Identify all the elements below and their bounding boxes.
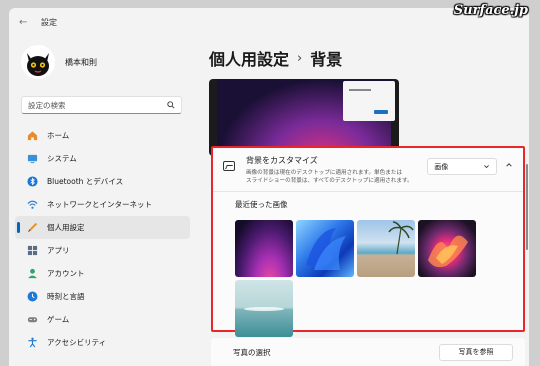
recent-images-label: 最近使った画像	[235, 200, 288, 209]
desktop-preview	[209, 79, 399, 156]
recent-image-thumbnail[interactable]	[357, 220, 415, 277]
sidebar-item-home[interactable]: ホーム	[15, 124, 190, 147]
breadcrumb-parent[interactable]: 個人用設定	[209, 46, 289, 70]
sidebar-item-accessibility[interactable]: アクセシビリティ	[15, 331, 190, 354]
back-arrow-icon[interactable]: ←	[19, 17, 33, 28]
search-box[interactable]: 設定の検索	[21, 96, 182, 114]
preview-window-button	[374, 110, 388, 114]
sidebar-item-gaming[interactable]: ゲーム	[15, 308, 190, 331]
lake-wallpaper-thumbnail	[244, 307, 284, 311]
settings-window: ← 設定 橋本和則 設定の検索 ホーム システム Bluetooth とデバイス…	[9, 8, 529, 366]
background-setting-description: 画像の背景は現在のデスクトップに適用されます。単色または スライドショーの背景は…	[246, 169, 417, 185]
sidebar-item-label: Bluetooth とデバイス	[47, 177, 124, 186]
sidebar-nav: ホーム システム Bluetooth とデバイス ネットワークとインターネット	[9, 124, 194, 354]
image-icon	[223, 161, 235, 171]
window-title: 設定	[41, 17, 57, 27]
sidebar-item-label: アカウント	[47, 269, 85, 278]
account-icon	[27, 268, 38, 279]
gaming-icon	[27, 314, 38, 325]
scrollbar[interactable]	[526, 164, 528, 250]
sidebar-item-apps[interactable]: アプリ	[15, 239, 190, 262]
sidebar-item-network[interactable]: ネットワークとインターネット	[15, 193, 190, 216]
recent-image-thumbnail[interactable]	[235, 220, 293, 277]
recent-image-thumbnail[interactable]	[418, 220, 476, 277]
sidebar-item-bluetooth[interactable]: Bluetooth とデバイス	[15, 170, 190, 193]
home-icon	[27, 130, 38, 141]
dropdown-value: 画像	[434, 162, 449, 171]
beach-wallpaper-thumbnail	[388, 221, 414, 255]
sidebar-item-label: ゲーム	[47, 315, 70, 324]
sidebar-item-label: 個人用設定	[47, 223, 85, 232]
breadcrumb: 個人用設定 › 背景	[209, 46, 342, 70]
personalize-background-card: 背景をカスタマイズ 画像の背景は現在のデスクトップに適用されます。単色または ス…	[211, 146, 525, 337]
sidebar-item-accounts[interactable]: アカウント	[15, 262, 190, 285]
sidebar: 橋本和則 設定の検索 ホーム システム Bluetooth とデバイス ネットワ…	[9, 36, 194, 366]
breadcrumb-separator: ›	[297, 50, 303, 66]
sidebar-item-time-language[interactable]: 時刻と言語	[15, 285, 190, 308]
search-placeholder[interactable]: 設定の検索	[28, 100, 66, 111]
main-content: 個人用設定 › 背景 背景をカスタマイズ 画像の背景は現在のデスクトップに適用さ…	[199, 36, 529, 366]
system-icon	[27, 153, 38, 164]
sidebar-item-label: アクセシビリティ	[47, 338, 107, 347]
background-type-dropdown[interactable]: 画像	[427, 158, 498, 175]
browse-photos-button[interactable]: 写真を参照	[439, 343, 513, 361]
recent-image-thumbnail[interactable]	[235, 280, 293, 337]
black-cat-avatar-icon	[21, 45, 55, 79]
title-bar: ← 設定	[9, 8, 529, 36]
page-title: 背景	[310, 50, 343, 69]
apps-icon	[27, 245, 38, 256]
personalization-icon	[27, 222, 38, 233]
site-watermark: Surface.jp	[453, 3, 528, 18]
flower-wallpaper-thumbnail	[428, 235, 468, 268]
choose-photo-row: 写真の選択 写真を参照	[211, 338, 525, 366]
chevron-down-icon	[484, 165, 489, 169]
avatar	[21, 45, 55, 79]
description-line-2: スライドショーの背景は、すべてのデスクトップに適用されます。	[245, 178, 413, 185]
sidebar-item-label: アプリ	[47, 246, 70, 255]
search-icon	[167, 101, 175, 109]
sidebar-item-label: ネットワークとインターネット	[47, 200, 152, 209]
preview-window-line	[349, 89, 371, 91]
bluetooth-icon	[27, 176, 38, 187]
sidebar-item-label: 時刻と言語	[47, 292, 85, 301]
bloom-wallpaper-thumbnail	[306, 228, 346, 270]
background-setting-title: 背景をカスタマイズ	[245, 156, 318, 165]
user-name: 橋本和則	[65, 57, 97, 67]
sidebar-item-label: システム	[47, 154, 77, 163]
preview-window	[343, 81, 395, 121]
description-line-1: 画像の背景は現在のデスクトップに適用されます。単色または	[245, 170, 403, 176]
network-icon	[27, 199, 38, 210]
sidebar-item-personalization[interactable]: 個人用設定	[15, 216, 190, 239]
sidebar-item-system[interactable]: システム	[15, 147, 190, 170]
choose-photo-label: 写真の選択	[233, 347, 271, 357]
time-language-icon	[27, 291, 38, 302]
background-setting-text: 背景をカスタマイズ 画像の背景は現在のデスクトップに適用されます。単色または ス…	[246, 155, 417, 185]
recent-image-thumbnail[interactable]	[296, 220, 354, 277]
accessibility-icon	[27, 337, 38, 348]
background-setting-row: 背景をカスタマイズ 画像の背景は現在のデスクトップに適用されます。単色または ス…	[213, 148, 523, 192]
sidebar-item-label: ホーム	[47, 131, 70, 140]
chevron-up-icon[interactable]	[505, 161, 513, 169]
user-profile[interactable]: 橋本和則	[9, 36, 194, 88]
